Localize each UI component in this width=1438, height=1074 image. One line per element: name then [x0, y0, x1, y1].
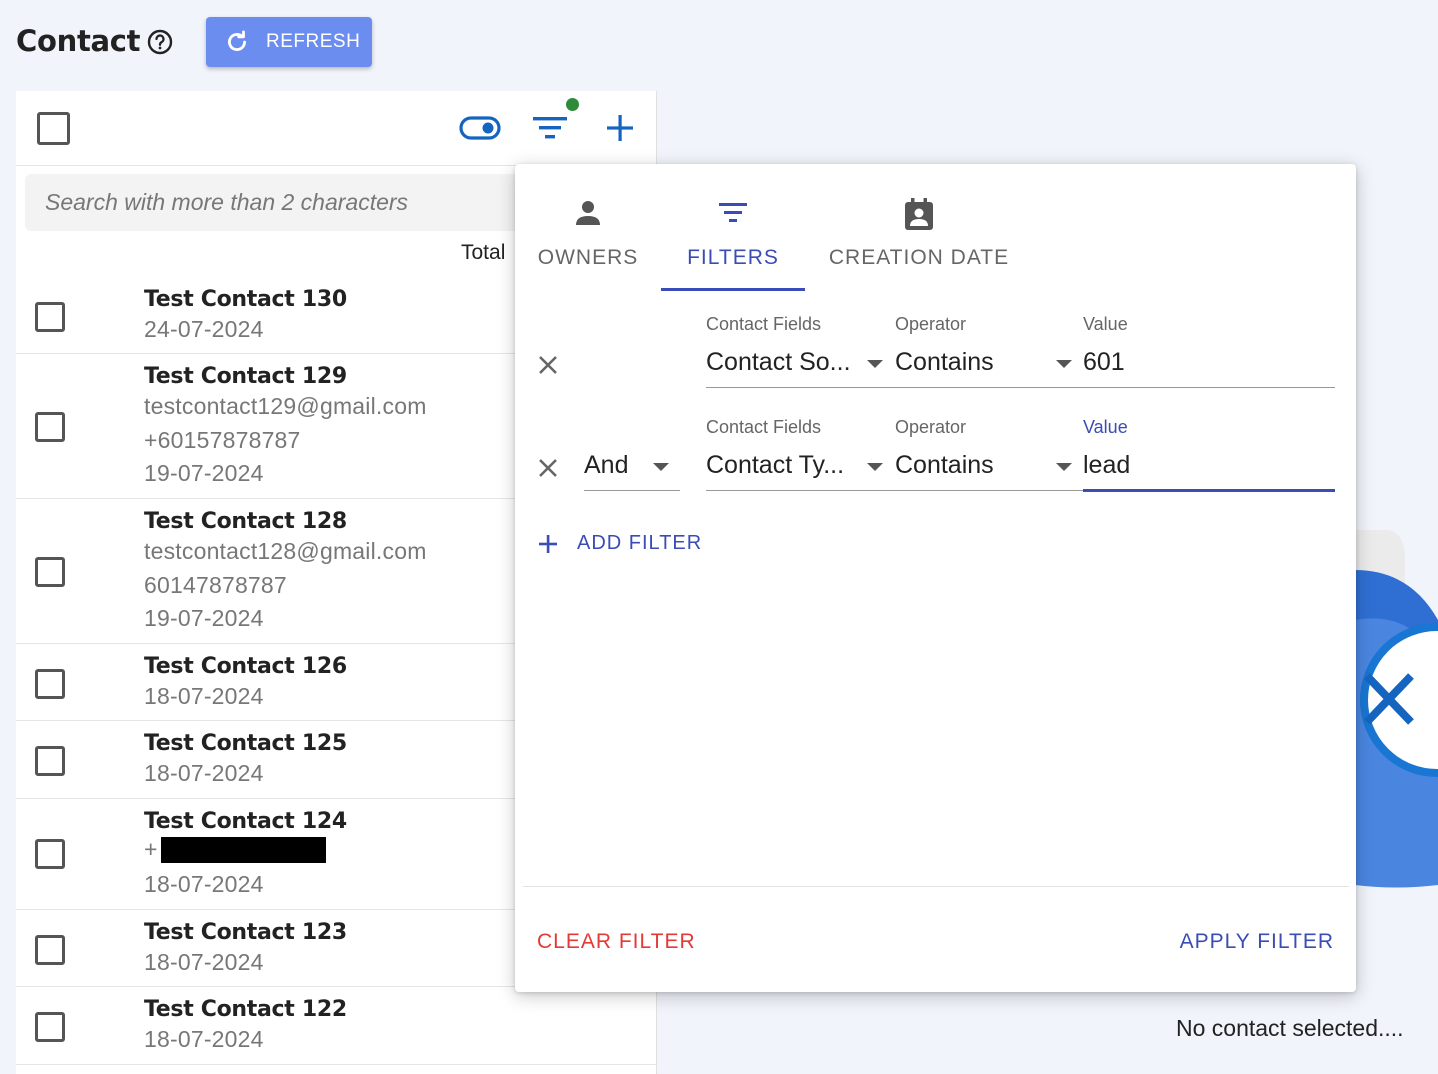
value-input[interactable]: 601: [1083, 348, 1125, 377]
contact-name: Test Contact 126: [144, 654, 347, 679]
refresh-button[interactable]: REFRESH: [206, 17, 372, 67]
tab-filters-label: FILTERS: [687, 246, 779, 269]
add-filter-label: ADD FILTER: [577, 532, 703, 554]
row-checkbox[interactable]: [35, 557, 65, 587]
contact-phone: 60147878787: [144, 572, 287, 598]
contact-date: 18-07-2024: [144, 871, 264, 897]
field-caret-icon[interactable]: [867, 463, 883, 471]
row-checkbox[interactable]: [35, 302, 65, 332]
page-title: Contact: [16, 24, 141, 58]
contact-date: 24-07-2024: [144, 316, 264, 342]
filter-popover: OWNERS FILTERS CREATION DATE Contact Fie…: [515, 164, 1356, 992]
help-icon[interactable]: [146, 28, 174, 56]
remove-filter-icon[interactable]: [537, 354, 559, 376]
person-icon: [576, 201, 600, 225]
contact-email: testcontact128@gmail.com: [144, 538, 427, 564]
filter-icon: [719, 203, 747, 222]
row-checkbox[interactable]: [35, 669, 65, 699]
active-filter-badge: [566, 98, 579, 111]
contact-email: testcontact129@gmail.com: [144, 393, 427, 419]
contact-calendar-icon: [905, 198, 933, 230]
tab-creation-date-label: CREATION DATE: [828, 246, 1010, 269]
total-label: Total: [461, 241, 506, 264]
row-checkbox[interactable]: [35, 839, 65, 869]
toggle-icon[interactable]: [459, 116, 501, 140]
contact-date: 19-07-2024: [144, 460, 264, 486]
refresh-label: REFRESH: [266, 31, 361, 52]
select-all-checkbox[interactable]: [37, 112, 70, 145]
refresh-icon: [228, 30, 246, 51]
list-toolbar: [16, 91, 656, 166]
connector-select[interactable]: And: [584, 451, 628, 480]
clear-filter-button[interactable]: CLEAR FILTER: [537, 930, 696, 954]
operator-select[interactable]: Contains: [895, 451, 994, 480]
contact-name: Test Contact 128: [144, 509, 347, 534]
row-checkbox[interactable]: [35, 935, 65, 965]
row1-underline: [706, 387, 1335, 388]
active-tab-indicator: [661, 288, 805, 291]
field-caret-icon[interactable]: [867, 360, 883, 368]
contact-name: Test Contact 122: [144, 997, 347, 1022]
field-label: Contact Fields: [706, 314, 822, 334]
contact-phone: +60157878787: [144, 427, 301, 453]
apply-filter-button[interactable]: APPLY FILTER: [1180, 930, 1334, 954]
field-label: Contact Fields: [706, 417, 822, 437]
tab-filters[interactable]: FILTERS: [661, 164, 805, 292]
contact-date: 18-07-2024: [144, 1026, 264, 1052]
row-checkbox[interactable]: [35, 746, 65, 776]
tab-owners-label: OWNERS: [537, 246, 639, 269]
operator-label: Operator: [895, 314, 967, 334]
row2-field-underline: [706, 490, 1083, 491]
operator-label: Operator: [895, 417, 967, 437]
tab-owners[interactable]: OWNERS: [537, 164, 639, 292]
contact-name: Test Contact 130: [144, 287, 347, 312]
plus-icon: [539, 534, 557, 553]
add-contact-icon[interactable]: [605, 113, 635, 143]
redacted-phone: [161, 837, 326, 863]
contact-name: Test Contact 123: [144, 920, 347, 945]
contact-date: 18-07-2024: [144, 949, 264, 975]
operator-select[interactable]: Contains: [895, 348, 994, 377]
field-select[interactable]: Contact Ty...: [706, 451, 844, 480]
add-filter-button[interactable]: ADD FILTER: [537, 532, 702, 555]
contact-date: 19-07-2024: [144, 605, 264, 631]
row-checkbox[interactable]: [35, 1012, 65, 1042]
operator-caret-icon[interactable]: [1056, 360, 1072, 368]
contact-date: 18-07-2024: [144, 683, 264, 709]
no-contact-message: No contact selected....: [1176, 1015, 1404, 1041]
contact-date: 18-07-2024: [144, 760, 264, 786]
contact-name: Test Contact 125: [144, 731, 347, 756]
connector-underline: [584, 490, 680, 491]
value-label: Value: [1083, 314, 1128, 334]
contact-row[interactable]: Test Contact 122 18-07-2024: [16, 987, 657, 1065]
filter-icon[interactable]: [531, 113, 569, 143]
value-focus-underline: [1083, 489, 1335, 492]
contact-name: Test Contact 129: [144, 364, 347, 389]
connector-caret-icon[interactable]: [653, 463, 669, 471]
field-select[interactable]: Contact So...: [706, 348, 851, 377]
contact-name: Test Contact 124: [144, 809, 347, 834]
no-contact-illustration: [1355, 530, 1438, 890]
row-checkbox[interactable]: [35, 412, 65, 442]
popover-divider: [523, 886, 1349, 887]
operator-caret-icon[interactable]: [1056, 463, 1072, 471]
value-input[interactable]: lead: [1083, 451, 1130, 480]
tab-creation-date[interactable]: CREATION DATE: [825, 164, 1013, 292]
remove-filter-icon[interactable]: [537, 457, 559, 479]
contact-phone: +: [144, 836, 158, 862]
value-label: Value: [1083, 417, 1128, 437]
